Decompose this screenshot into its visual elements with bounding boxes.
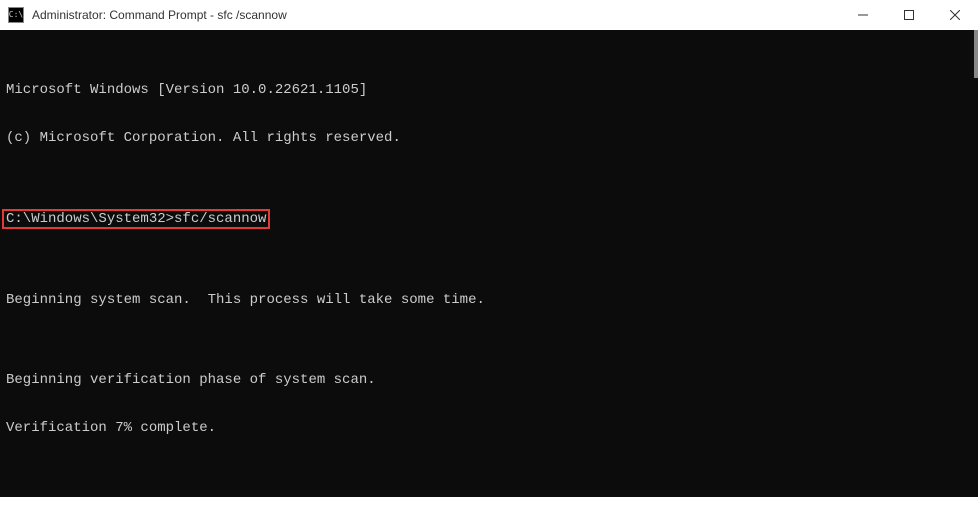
window-title: Administrator: Command Prompt - sfc /sca… [32, 8, 840, 22]
minimize-icon [858, 10, 868, 20]
app-icon-text: C:\ [9, 11, 23, 19]
window-controls [840, 0, 978, 30]
window-border-bottom [0, 497, 978, 507]
terminal-line: (c) Microsoft Corporation. All rights re… [6, 130, 972, 146]
close-button[interactable] [932, 0, 978, 30]
maximize-icon [904, 10, 914, 20]
app-icon: C:\ [8, 7, 24, 23]
terminal-line: Microsoft Windows [Version 10.0.22621.11… [6, 82, 972, 98]
terminal-line: Verification 7% complete. [6, 420, 972, 436]
minimize-button[interactable] [840, 0, 886, 30]
titlebar[interactable]: C:\ Administrator: Command Prompt - sfc … [0, 0, 978, 30]
terminal-line: C:\Windows\System32>sfc/scannow [6, 210, 972, 228]
close-icon [950, 10, 960, 20]
terminal-line: Beginning verification phase of system s… [6, 372, 972, 388]
highlighted-command: C:\Windows\System32>sfc/scannow [2, 209, 270, 229]
terminal-line: Beginning system scan. This process will… [6, 292, 972, 308]
terminal-output[interactable]: Microsoft Windows [Version 10.0.22621.11… [0, 30, 978, 497]
command-prompt-window: C:\ Administrator: Command Prompt - sfc … [0, 0, 978, 507]
maximize-button[interactable] [886, 0, 932, 30]
scrollbar[interactable] [974, 30, 978, 78]
